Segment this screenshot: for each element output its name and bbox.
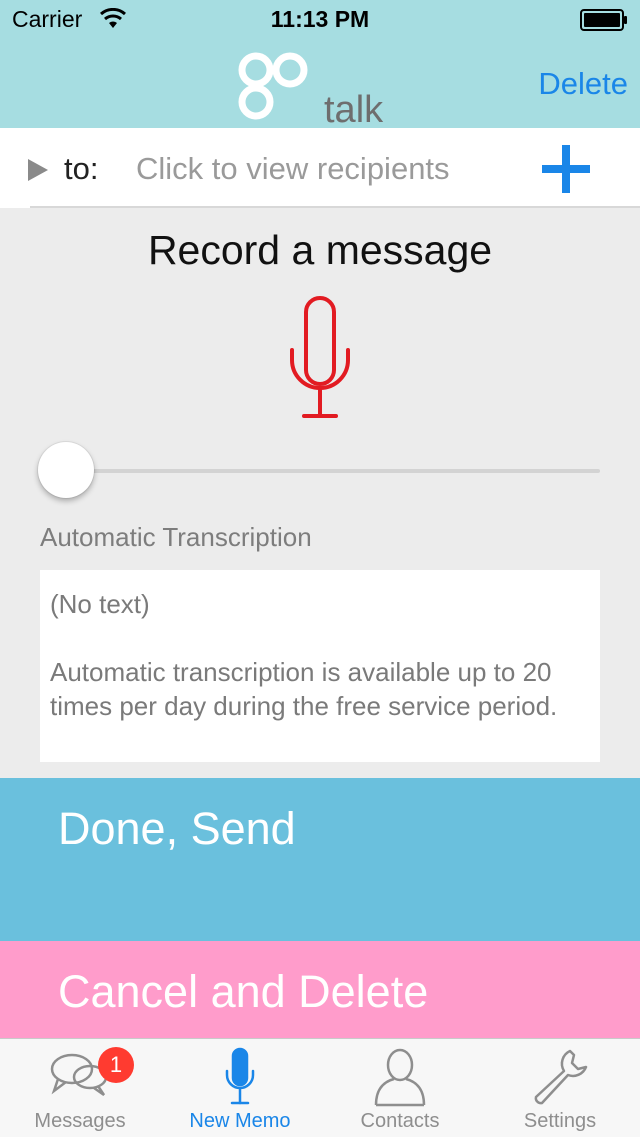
- tab-settings-label: Settings: [523, 1110, 597, 1132]
- add-recipient-icon[interactable]: [540, 143, 592, 195]
- tab-contacts-label: Contacts: [360, 1110, 440, 1132]
- disclosure-triangle-icon[interactable]: [28, 159, 48, 181]
- tab-settings[interactable]: Settings: [480, 1039, 640, 1137]
- transcription-empty: (No text): [50, 589, 150, 619]
- record-title: Record a message: [147, 227, 493, 273]
- tab-new-memo[interactable]: New Memo: [160, 1039, 320, 1137]
- cancel-delete-label: Cancel and Delete: [58, 966, 429, 1017]
- status-time: 11:13 PM: [270, 6, 370, 32]
- to-label: to:: [64, 151, 99, 186]
- tab-new-memo-label: New Memo: [189, 1110, 291, 1132]
- svg-text:talk: talk: [324, 89, 384, 128]
- recipients-divider: [30, 206, 640, 208]
- microphone-icon: [225, 1047, 255, 1105]
- messages-badge: 1: [98, 1047, 134, 1083]
- transcription-label: Automatic Transcription: [40, 522, 312, 552]
- transcription-text: (No text) Automatic transcription is ava…: [50, 587, 590, 723]
- playback-slider-track[interactable]: [66, 469, 600, 473]
- gotalk-logo: talk: [238, 52, 384, 128]
- person-icon: [374, 1048, 426, 1107]
- wrench-icon: [534, 1049, 588, 1105]
- delete-button[interactable]: Delete: [538, 66, 628, 102]
- battery-icon: [580, 9, 627, 31]
- record-microphone-icon[interactable]: [284, 294, 356, 422]
- recipients-placeholder[interactable]: Click to view recipients: [136, 151, 450, 187]
- tab-bar: 1 Messages New Memo Contacts Settings: [0, 1038, 640, 1137]
- done-send-label: Done, Send: [58, 803, 296, 854]
- tab-contacts[interactable]: Contacts: [320, 1039, 480, 1137]
- status-bar: Carrier 11:13 PM: [0, 0, 640, 40]
- playback-slider-thumb[interactable]: [38, 442, 94, 498]
- tab-messages-label: Messages: [34, 1110, 126, 1132]
- transcription-notice: Automatic transcription is available up …: [50, 657, 558, 721]
- tab-messages[interactable]: 1 Messages: [0, 1039, 160, 1137]
